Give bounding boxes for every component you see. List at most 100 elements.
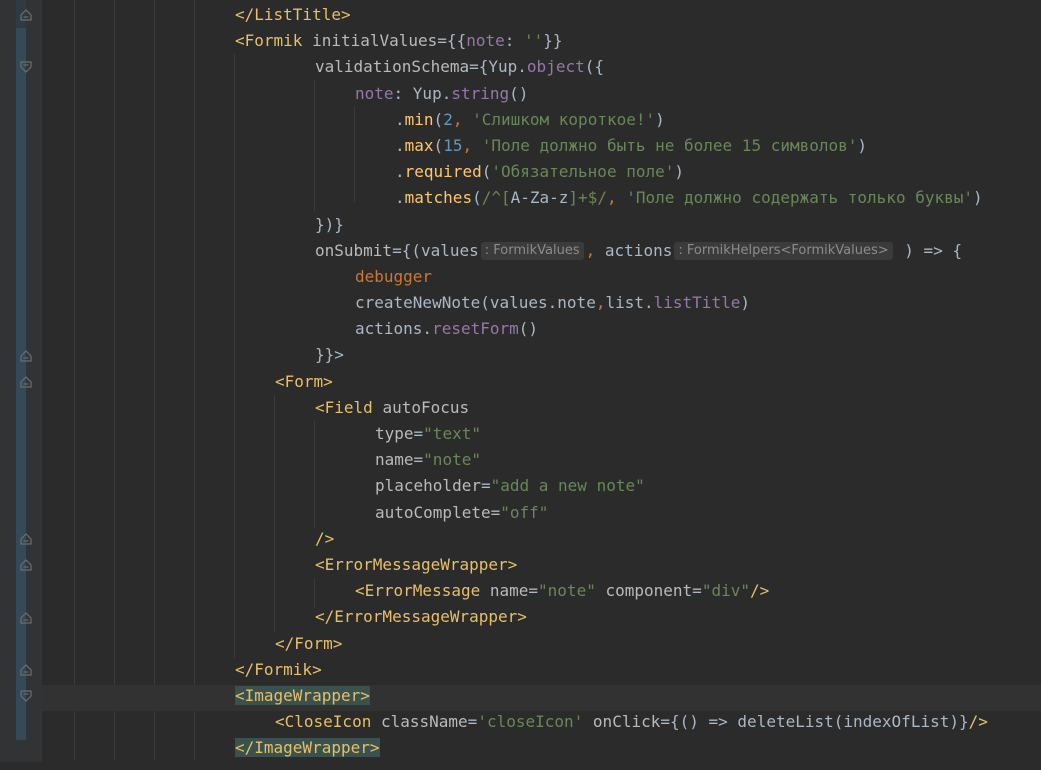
code-token: = [413, 424, 424, 443]
code-line[interactable]: type="text" [0, 421, 1041, 447]
code-line[interactable]: <ErrorMessageWrapper> [0, 552, 1041, 578]
code-line[interactable]: </Formik> [0, 657, 1041, 683]
code-line[interactable]: validationSchema={Yup.object({ [0, 54, 1041, 80]
type-hint: : FormikHelpers<FormikValues> [674, 241, 893, 260]
code-content[interactable]: </ListTitle> <Formik initialValues={{note… [0, 2, 1041, 761]
code-line[interactable]: <ErrorMessage name="note" component="div… [0, 578, 1041, 604]
code-token: , [462, 135, 482, 155]
code-token: A-Za-z [510, 188, 569, 208]
code-line[interactable]: <Form> [0, 369, 1041, 395]
code-token: "div" [701, 581, 750, 601]
code-line[interactable]: .min(2, 'Слишком короткое!') [0, 107, 1041, 133]
code-token: = [490, 502, 501, 522]
code-token: 'Слишком короткое!' [472, 109, 656, 129]
code-line[interactable]: /> [0, 526, 1041, 552]
code-token: matches [404, 188, 473, 208]
code-line[interactable]: </ListTitle> [0, 2, 1041, 28]
code-token: <CloseIcon [275, 712, 381, 732]
code-token: actions [604, 240, 673, 260]
code-line[interactable]: </ErrorMessageWrapper> [0, 604, 1041, 630]
code-token: = [528, 581, 539, 601]
code-token: max [404, 135, 434, 155]
code-line[interactable]: actions.resetForm() [0, 316, 1041, 342]
code-token: "note" [423, 450, 481, 470]
code-token: /> [968, 712, 988, 732]
code-token: note [466, 31, 505, 51]
code-editor[interactable]: </ListTitle> <Formik initialValues={{note… [0, 0, 1041, 770]
code-token: 15 [443, 135, 463, 155]
code-token: ( [433, 109, 444, 129]
code-line[interactable]: note: Yup.string() [0, 81, 1041, 107]
code-token: actions. [355, 319, 433, 339]
code-token: Yup. [488, 57, 527, 77]
code-token: </Form> [275, 633, 343, 653]
code-token: debugger [355, 266, 433, 286]
code-line[interactable]: <CloseIcon className='closeIcon' onClick… [0, 709, 1041, 735]
code-token: /^[ [481, 188, 511, 208]
code-line[interactable]: })} [0, 212, 1041, 238]
code-token: <Formik [235, 31, 313, 51]
code-line[interactable]: createNewNote(values.note,list.listTitle… [0, 290, 1041, 316]
bottom-strip [0, 762, 1041, 770]
code-token: ={() => deleteList(indexOfList)} [660, 712, 969, 732]
code-token: placeholder [375, 476, 481, 496]
code-token: onClick [592, 712, 661, 732]
code-token: 'Обязательное поле' [491, 162, 675, 182]
code-line[interactable]: </Form> [0, 631, 1041, 657]
code-token: . [395, 109, 405, 129]
code-token: ) [740, 293, 750, 313]
code-token: ) => { [894, 240, 963, 260]
code-line[interactable]: .required('Обязательное поле') [0, 159, 1041, 185]
code-line[interactable]: </ImageWrapper> [0, 735, 1041, 761]
code-line[interactable]: placeholder="add a new note" [0, 473, 1041, 499]
code-token: = [480, 476, 491, 496]
code-token: , [606, 188, 627, 208]
code-token: </Formik> [235, 659, 322, 679]
code-token: : [504, 31, 524, 51]
code-token: 'Поле должно содержать только буквы' [626, 188, 973, 208]
code-token: , [585, 240, 605, 260]
code-line[interactable]: }}> [0, 342, 1041, 368]
code-line[interactable]: <Field autoFocus [0, 395, 1041, 421]
code-token: ) [674, 162, 685, 182]
code-token: ={{ [437, 31, 467, 51]
code-token: object [526, 57, 585, 77]
code-token: ]+$/ [568, 188, 607, 208]
code-line[interactable]: <Formik initialValues={{note: ''}} [0, 28, 1041, 54]
code-token: <ErrorMessageWrapper> [315, 554, 518, 574]
code-token: type [375, 424, 414, 443]
code-token: 2 [443, 109, 453, 129]
code-line[interactable]: name="note" [0, 447, 1041, 473]
code-token: "off" [500, 502, 549, 522]
code-token: })} [315, 214, 344, 234]
code-token: string [451, 83, 510, 103]
code-token: required [404, 162, 482, 182]
code-token: '' [524, 31, 544, 51]
code-token: component [605, 581, 693, 601]
code-token: () [509, 83, 529, 103]
code-token: "note" [538, 581, 596, 601]
code-line[interactable]: debugger [0, 264, 1041, 290]
code-line[interactable]: .matches(/^[A-Za-z]+$/, 'Поле должно сод… [0, 185, 1041, 211]
code-token: }} [543, 31, 563, 51]
code-token: /> [315, 528, 335, 548]
code-token: ) [973, 188, 983, 208]
code-line[interactable]: onSubmit={(values: FormikValues, actions… [0, 238, 1041, 264]
code-token: autoComplete [375, 502, 491, 522]
code-token: /> [749, 581, 770, 601]
code-token: ) [655, 109, 665, 129]
code-token: resetForm [432, 319, 519, 339]
matched-tag: </ImageWrapper> [235, 738, 380, 758]
code-token: onSubmit [315, 240, 393, 260]
code-token: = [467, 712, 478, 732]
code-token: = [692, 581, 702, 601]
code-token: ={(values [392, 240, 479, 260]
code-token: </ListTitle> [235, 5, 351, 24]
code-token: <Field [315, 397, 383, 417]
code-token: createNewNote(values.note [355, 293, 596, 313]
code-line[interactable]: autoComplete="off" [0, 500, 1041, 526]
code-token: 'closeIcon' [477, 712, 584, 732]
code-line[interactable]: .max(15, 'Поле должно быть не более 15 с… [0, 133, 1041, 159]
code-line[interactable]: <ImageWrapper> [0, 683, 1041, 709]
